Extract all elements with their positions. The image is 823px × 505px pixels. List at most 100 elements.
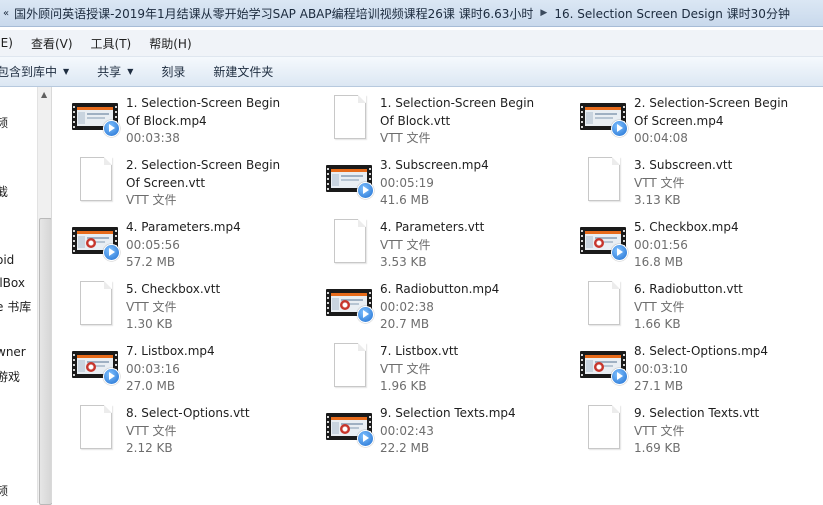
file-name: 2. Selection-Screen Begin Of Screen.vtt: [126, 158, 281, 190]
nav-item[interactable]: oid: [0, 253, 14, 267]
file-type: VTT 文件: [126, 193, 177, 207]
file-item[interactable]: 3. Subscreen.mp4 00:05:19 41.6 MB: [306, 149, 546, 207]
chevron-right-icon[interactable]: ▶: [540, 8, 547, 18]
document-icon: [578, 157, 628, 201]
file-name: 3. Subscreen.mp4: [380, 158, 489, 172]
menu-help[interactable]: 帮助(H): [149, 35, 201, 52]
file-name: 2. Selection-Screen Begin Of Screen.mp4: [634, 96, 789, 128]
nav-item[interactable]: wner: [0, 345, 26, 359]
file-duration: 00:02:38: [380, 299, 434, 314]
breadcrumb-current[interactable]: 16. Selection Screen Design 课时30分钟: [554, 5, 790, 22]
file-item[interactable]: 9. Selection Texts.vtt VTT 文件 1.69 KB: [560, 397, 800, 455]
file-size: 27.0 MB: [126, 379, 176, 393]
file-size: 2.12 KB: [126, 441, 173, 455]
file-type: VTT 文件: [634, 299, 685, 314]
file-size: 1.66 KB: [634, 317, 681, 331]
file-item[interactable]: 5. Checkbox.mp4 00:01:56 16.8 MB: [560, 211, 800, 269]
video-icon: [324, 407, 374, 447]
play-icon: [611, 368, 628, 385]
file-type: VTT 文件: [380, 131, 431, 145]
file-item[interactable]: 7. Listbox.mp4 00:03:16 27.0 MB: [52, 335, 292, 393]
file-type: VTT 文件: [126, 299, 177, 314]
command-toolbar: 包含到库中 ▼ 共享 ▼ 刻录 新建文件夹: [0, 57, 823, 87]
file-name: 4. Parameters.vtt: [380, 220, 485, 234]
nav-item[interactable]: 截: [0, 183, 8, 200]
file-size: 27.1 MB: [634, 379, 684, 393]
file-item[interactable]: 2. Selection-Screen Begin Of Screen.mp4 0…: [560, 87, 800, 145]
video-icon: [324, 159, 374, 199]
file-item[interactable]: 3. Subscreen.vtt VTT 文件 3.13 KB: [560, 149, 800, 207]
menu-tools[interactable]: 工具(T): [91, 35, 142, 52]
file-type: VTT 文件: [126, 423, 177, 438]
file-item[interactable]: 1. Selection-Screen Begin Of Block.vtt VT…: [306, 87, 546, 145]
file-item[interactable]: 2. Selection-Screen Begin Of Screen.vtt V…: [52, 149, 292, 207]
file-duration: 00:03:38: [126, 131, 180, 145]
file-duration: 00:02:43: [380, 423, 434, 438]
file-size: 3.13 KB: [634, 193, 681, 207]
play-icon: [357, 306, 374, 323]
file-item[interactable]: 6. Radiobutton.mp4 00:02:38 20.7 MB: [306, 273, 546, 331]
video-icon: [578, 221, 628, 261]
include-in-library-button[interactable]: 包含到库中 ▼: [0, 63, 69, 80]
file-size: 41.6 MB: [380, 193, 430, 207]
play-icon: [103, 244, 120, 261]
file-size: 3.53 KB: [380, 255, 427, 269]
file-name: 7. Listbox.vtt: [380, 344, 459, 358]
file-name: 1. Selection-Screen Begin Of Block.mp4: [126, 96, 281, 128]
file-item[interactable]: 8. Select-Options.mp4 00:03:10 27.1 MB: [560, 335, 800, 393]
menu-view[interactable]: 查看(V): [31, 35, 83, 52]
burn-button[interactable]: 刻录: [161, 63, 185, 80]
file-name: 3. Subscreen.vtt: [634, 158, 733, 172]
file-item[interactable]: 1. Selection-Screen Begin Of Block.mp4 00…: [52, 87, 292, 145]
file-duration: 00:05:56: [126, 237, 180, 252]
file-name: 7. Listbox.mp4: [126, 344, 215, 358]
play-icon: [357, 430, 374, 447]
nav-item[interactable]: 频: [0, 114, 8, 131]
nav-item[interactable]: e 书库: [0, 298, 31, 315]
file-item[interactable]: 5. Checkbox.vtt VTT 文件 1.30 KB: [52, 273, 292, 331]
dropdown-arrow-icon: ▼: [127, 67, 134, 76]
video-icon: [70, 97, 120, 137]
scroll-up-arrow-icon[interactable]: ▲: [41, 90, 47, 99]
file-name: 5. Checkbox.mp4: [634, 220, 739, 234]
share-button[interactable]: 共享 ▼: [97, 63, 133, 80]
file-item[interactable]: 7. Listbox.vtt VTT 文件 1.96 KB: [306, 335, 546, 393]
new-folder-button[interactable]: 新建文件夹: [213, 63, 273, 80]
video-icon: [324, 283, 374, 323]
file-item[interactable]: 4. Parameters.vtt VTT 文件 3.53 KB: [306, 211, 546, 269]
share-label: 共享: [97, 65, 122, 79]
file-duration: 00:01:56: [634, 237, 688, 252]
file-type: VTT 文件: [634, 423, 685, 438]
file-size: 1.69 KB: [634, 441, 681, 455]
nav-item[interactable]: 频: [0, 482, 8, 499]
file-item[interactable]: 9. Selection Texts.mp4 00:02:43 22.2 MB: [306, 397, 546, 455]
chevron-left-icon: «: [3, 7, 10, 19]
file-size: 1.30 KB: [126, 317, 173, 331]
breadcrumb-parent[interactable]: 国外顾问英语授课-2019年1月结课从零开始学习SAP ABAP编程培训视频课程…: [14, 5, 533, 22]
menu-edit[interactable]: (E): [0, 36, 23, 50]
file-name: 6. Radiobutton.vtt: [634, 282, 743, 296]
file-name: 9. Selection Texts.mp4: [380, 406, 516, 420]
file-type: VTT 文件: [380, 361, 431, 376]
play-icon: [103, 368, 120, 385]
address-bar[interactable]: « 国外顾问英语授课-2019年1月结课从零开始学习SAP ABAP编程培训视频…: [0, 0, 823, 27]
file-duration: 00:05:19: [380, 175, 434, 190]
file-size: 1.96 KB: [380, 379, 427, 393]
video-icon: [70, 345, 120, 385]
document-icon: [578, 405, 628, 449]
file-duration: 00:03:16: [126, 361, 180, 376]
file-name: 5. Checkbox.vtt: [126, 282, 221, 296]
file-size: 16.8 MB: [634, 255, 684, 269]
dropdown-arrow-icon: ▼: [63, 67, 70, 76]
file-item[interactable]: 4. Parameters.mp4 00:05:56 57.2 MB: [52, 211, 292, 269]
document-icon: [324, 95, 374, 139]
file-name: 9. Selection Texts.vtt: [634, 406, 760, 420]
nav-scrollbar[interactable]: ▲: [37, 87, 52, 505]
nav-item[interactable]: 游戏: [0, 368, 20, 385]
file-name: 6. Radiobutton.mp4: [380, 282, 500, 296]
file-item[interactable]: 8. Select-Options.vtt VTT 文件 2.12 KB: [52, 397, 292, 455]
navigation-pane[interactable]: 频 截 oid llBox e 书库 wner 游戏 频: [0, 87, 37, 503]
document-icon: [324, 343, 374, 387]
nav-item[interactable]: llBox: [0, 276, 25, 290]
file-item[interactable]: 6. Radiobutton.vtt VTT 文件 1.66 KB: [560, 273, 800, 331]
